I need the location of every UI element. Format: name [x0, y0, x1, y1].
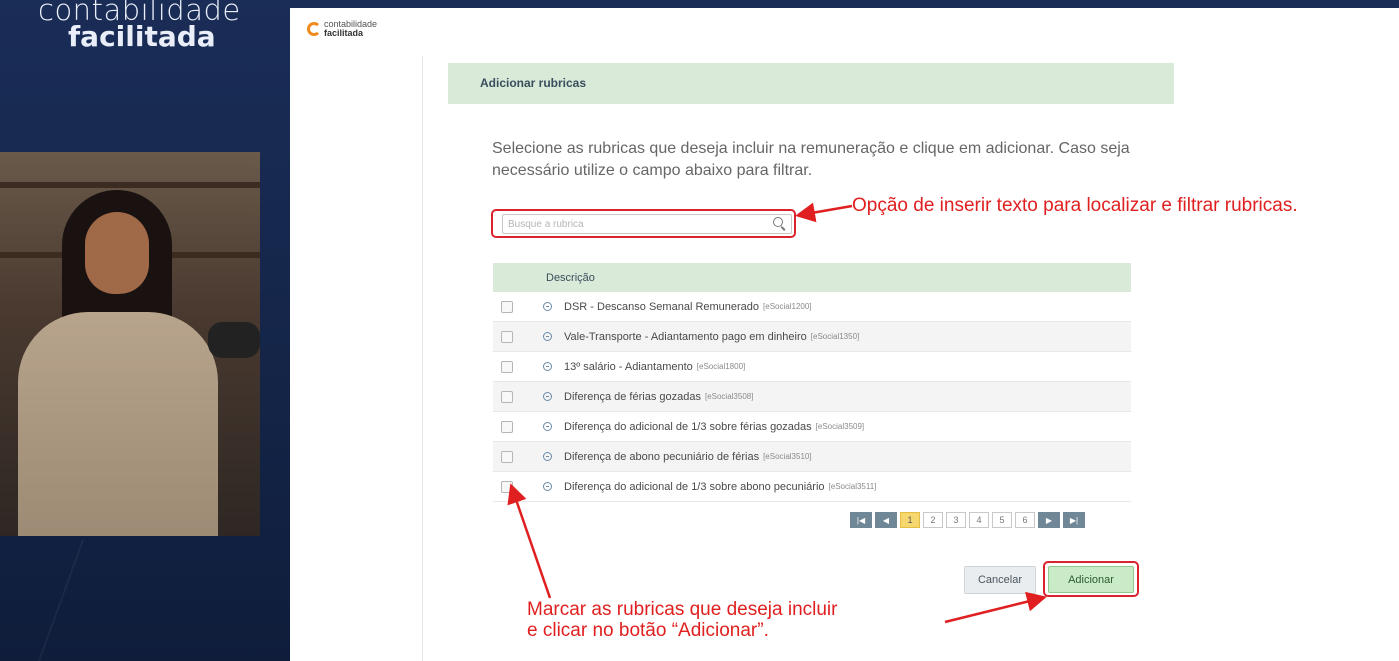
info-icon[interactable] [543, 362, 552, 371]
page-button-6[interactable]: 6 [1015, 512, 1035, 528]
logo-mark-icon [307, 22, 321, 36]
page-button-4[interactable]: 4 [969, 512, 989, 528]
last-page-icon[interactable]: ▶| [1063, 512, 1085, 528]
instructions-text: Selecione as rubricas que deseja incluir… [492, 140, 1130, 179]
row-description: Diferença do adicional de 1/3 sobre abon… [564, 480, 825, 493]
table-row[interactable]: 13º salário - Adiantamento [eSocial1800] [493, 352, 1131, 382]
row-code: [eSocial3510] [763, 452, 812, 461]
row-checkbox[interactable] [501, 480, 513, 493]
first-page-icon[interactable]: |◀ [850, 512, 872, 528]
search-icon[interactable] [773, 217, 783, 227]
page-button-3[interactable]: 3 [946, 512, 966, 528]
app-logo: contabilidade facilitada [307, 20, 377, 38]
annotation-select: Marcar as rubricas que deseja incluir e … [527, 599, 837, 641]
page-button-1[interactable]: 1 [900, 512, 920, 528]
brand-line2: facilitada [68, 20, 216, 53]
row-checkbox[interactable] [501, 420, 513, 433]
row-checkbox[interactable] [501, 330, 513, 343]
webcam-video [0, 152, 260, 536]
table-row[interactable]: Diferença de abono pecuniário de férias[… [493, 442, 1131, 472]
prev-page-icon[interactable]: ◀ [875, 512, 897, 528]
table-body: DSR - Descanso Semanal Remunerado [eSocia… [493, 292, 1131, 502]
cancel-button[interactable]: Cancelar [964, 566, 1036, 594]
table-row[interactable]: Diferença do adicional de 1/3 sobre féri… [493, 412, 1131, 442]
dialog-header: Adicionar rubricas [448, 63, 1174, 104]
row-checkbox[interactable] [501, 360, 513, 373]
rubricas-table: Descrição DSR - Descanso Semanal Remuner… [493, 263, 1131, 502]
row-checkbox[interactable] [501, 300, 513, 313]
presenter-side-panel: contabilidade facilitada [0, 0, 290, 661]
table-row[interactable]: DSR - Descanso Semanal Remunerado [eSocia… [493, 292, 1131, 322]
search-input[interactable] [502, 214, 792, 234]
column-header-descricao: Descrição [546, 271, 595, 284]
page-button-5[interactable]: 5 [992, 512, 1012, 528]
row-code: [eSocial3508] [704, 392, 754, 401]
app-window: contabilidade facilitada Adicionar rubri… [290, 8, 1399, 661]
row-checkbox[interactable] [501, 450, 513, 463]
decorative-line [0, 540, 85, 661]
app-logo-line2: facilitada [324, 28, 364, 38]
brand-logo: contabilidade facilitada [38, 0, 241, 51]
info-icon[interactable] [543, 332, 552, 341]
top-bar [290, 0, 1399, 8]
row-description: Diferença de férias gozadas [564, 390, 701, 403]
table-row[interactable]: Diferença de férias gozadas [eSocial3508] [493, 382, 1131, 412]
row-checkbox[interactable] [501, 390, 513, 403]
next-page-icon[interactable]: ▶ [1038, 512, 1060, 528]
info-icon[interactable] [543, 482, 552, 491]
info-icon[interactable] [543, 392, 552, 401]
presenter-face [85, 212, 149, 294]
annotation-select-line1: Marcar as rubricas que deseja incluir [527, 599, 838, 620]
row-code: [eSocial1350] [810, 332, 860, 341]
annotation-search: Opção de inserir texto para localizar e … [852, 195, 1298, 216]
info-icon[interactable] [543, 452, 552, 461]
row-code: [eSocial1800] [696, 362, 746, 371]
pagination: |◀ ◀ 1 2 3 4 5 6 ▶ ▶| [850, 512, 1085, 528]
dialog-title: Adicionar rubricas [480, 76, 587, 90]
row-description: Diferença de abono pecuniário de férias [564, 450, 760, 463]
row-description: Diferença do adicional de 1/3 sobre féri… [564, 420, 812, 433]
table-row[interactable]: Vale-Transporte - Adiantamento pago em d… [493, 322, 1131, 352]
page-button-2[interactable]: 2 [923, 512, 943, 528]
row-code: [eSocial3511] [828, 482, 877, 491]
info-icon[interactable] [543, 302, 552, 311]
row-description: Vale-Transporte - Adiantamento pago em d… [564, 330, 807, 343]
row-code: [eSocial1200] [763, 302, 812, 311]
table-header: Descrição [493, 263, 1131, 292]
row-description: 13º salário - Adiantamento [564, 360, 693, 373]
annotation-select-line2: e clicar no botão “Adicionar”. [527, 620, 769, 641]
add-button[interactable]: Adicionar [1048, 566, 1134, 593]
shelf [0, 182, 260, 188]
row-description: DSR - Descanso Semanal Remunerado [564, 300, 760, 313]
presenter-body [18, 312, 218, 536]
table-row[interactable]: Diferença do adicional de 1/3 sobre abon… [493, 472, 1131, 502]
info-icon[interactable] [543, 422, 552, 431]
row-code: [eSocial3509] [815, 422, 865, 431]
microphone [208, 322, 260, 358]
